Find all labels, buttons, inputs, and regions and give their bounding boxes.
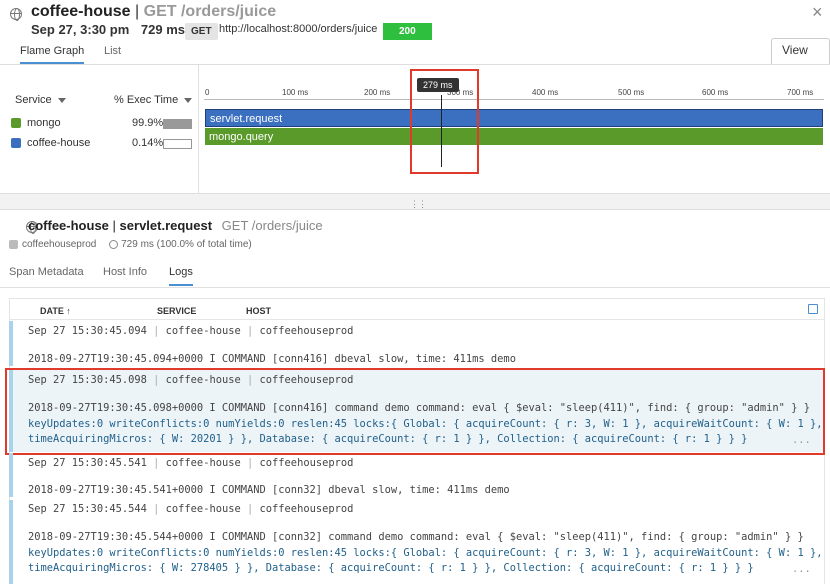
span-label: mongo.query	[209, 131, 274, 143]
log-host: coffeehouseprod	[259, 457, 354, 469]
detail-service: coffee-house	[28, 218, 109, 233]
clock-icon	[109, 239, 119, 249]
external-link-icon[interactable]	[808, 304, 818, 314]
log-message: 2018-09-27T19:30:45.544+0000 I COMMAND […	[28, 531, 804, 543]
span-label: servlet.request	[210, 113, 283, 125]
host-icon	[9, 239, 18, 249]
span-servlet-request[interactable]: servlet.request	[205, 109, 823, 127]
legend-service-name: mongo	[27, 117, 61, 129]
log-host: coffeehouseprod	[259, 325, 354, 337]
log-header-line: Sep 27 15:30:45.094 | coffee-house | cof…	[28, 325, 354, 337]
flame-divider	[198, 65, 199, 193]
tab-list[interactable]: List	[104, 45, 121, 57]
column-header-host[interactable]: HOST	[246, 306, 271, 316]
log-message: 2018-09-27T19:30:45.541+0000 I COMMAND […	[28, 484, 510, 496]
legend-percent: 99.9%	[132, 117, 164, 129]
service-name: coffee-house	[31, 3, 131, 20]
annotation-highlight	[5, 368, 825, 455]
tab-host-info[interactable]: Host Info	[103, 266, 147, 278]
exec-column-label: % Exec Time	[114, 94, 179, 106]
endpoint: GET /orders/juice	[143, 3, 277, 20]
globe-icon	[10, 8, 22, 21]
legend-row[interactable]: mongo 99.9%	[11, 117, 192, 129]
log-message: keyUpdates:0 writeConflicts:0 numYields:…	[28, 547, 823, 559]
log-service: coffee-house	[165, 325, 241, 337]
exec-column-header[interactable]: % Exec Time	[114, 94, 193, 106]
column-header-date[interactable]: DATE ↑	[40, 306, 71, 316]
detail-span: servlet.request	[119, 218, 213, 233]
log-date: Sep 27 15:30:45.094	[28, 325, 147, 337]
axis-tick: 200 ms	[364, 88, 391, 97]
detail-host: coffeehouseprod	[22, 239, 97, 250]
log-service: coffee-house	[165, 503, 241, 515]
legend-row[interactable]: coffee-house 0.14%	[11, 137, 192, 149]
close-icon[interactable]: ×	[812, 2, 823, 23]
trace-datetime: Sep 27, 3:30 pm	[31, 22, 130, 37]
span-meta: coffeehouseprod 729 ms (100.0% of total …	[9, 239, 252, 250]
log-header-line: Sep 27 15:30:45.541 | coffee-house | cof…	[28, 457, 354, 469]
legend-percent: 0.14%	[132, 137, 164, 149]
column-header-service[interactable]: SERVICE	[157, 306, 196, 316]
request-url: http://localhost:8000/orders/juice	[219, 23, 378, 35]
table-row[interactable]: Sep 27 15:30:45.094 | coffee-house | cof…	[9, 321, 825, 366]
axis-tick: 600 ms	[702, 88, 729, 97]
trace-title: coffee-house | GET /orders/juice	[31, 3, 276, 21]
service-column-label: Service	[15, 94, 52, 106]
divider	[0, 287, 830, 288]
legend-service-name: coffee-house	[27, 137, 91, 149]
annotation-highlight	[410, 69, 479, 174]
exec-time-bar	[163, 139, 192, 149]
status-badge: 200	[383, 23, 432, 40]
table-row[interactable]: Sep 27 15:30:45.541 | coffee-house | cof…	[9, 453, 825, 497]
tab-logs[interactable]: Logs	[169, 266, 193, 286]
exec-time-bar	[163, 119, 192, 129]
expand-ellipsis[interactable]: ...	[792, 563, 811, 575]
axis-tick: 700 ms	[787, 88, 814, 97]
title-separator: |	[135, 3, 140, 20]
method-badge: GET	[185, 23, 218, 40]
span-title: coffee-house | servlet.request GET /orde…	[28, 218, 323, 233]
log-header-line: Sep 27 15:30:45.544 | coffee-house | cof…	[28, 503, 354, 515]
mongo-color-swatch	[11, 118, 21, 129]
span-mongo-query[interactable]: mongo.query	[205, 128, 823, 145]
trace-meta: Sep 27, 3:30 pm 729 ms	[31, 22, 185, 37]
log-date: Sep 27 15:30:45.544	[28, 503, 147, 515]
tab-flame-graph[interactable]: Flame Graph	[20, 45, 85, 64]
table-row[interactable]: Sep 27 15:30:45.544 | coffee-house | cof…	[9, 500, 825, 584]
axis-tick: 400 ms	[532, 88, 559, 97]
log-message: 2018-09-27T19:30:45.094+0000 I COMMAND […	[28, 353, 516, 365]
detail-resource: GET /orders/juice	[221, 218, 323, 233]
detail-duration: 729 ms (100.0% of total time)	[121, 239, 252, 250]
service-column-header[interactable]: Service	[15, 94, 66, 106]
log-message: timeAcquiringMicros: { W: 278405 } }, Da…	[28, 562, 754, 574]
detail-separator: |	[112, 218, 116, 233]
axis-tick: 100 ms	[282, 88, 309, 97]
log-service: coffee-house	[165, 457, 241, 469]
time-axis	[204, 99, 824, 100]
table-header-divider	[9, 319, 825, 320]
coffee-house-color-swatch	[11, 138, 21, 149]
axis-tick: 500 ms	[618, 88, 645, 97]
chevron-down-icon	[184, 97, 193, 103]
drag-handle-icon[interactable]: ⋮⋮	[410, 199, 427, 210]
log-date: Sep 27 15:30:45.541	[28, 457, 147, 469]
chevron-down-icon	[57, 97, 66, 103]
trace-duration: 729 ms	[140, 22, 185, 37]
tab-span-metadata[interactable]: Span Metadata	[9, 266, 84, 278]
log-host: coffeehouseprod	[259, 503, 354, 515]
axis-tick: 0	[205, 88, 210, 97]
